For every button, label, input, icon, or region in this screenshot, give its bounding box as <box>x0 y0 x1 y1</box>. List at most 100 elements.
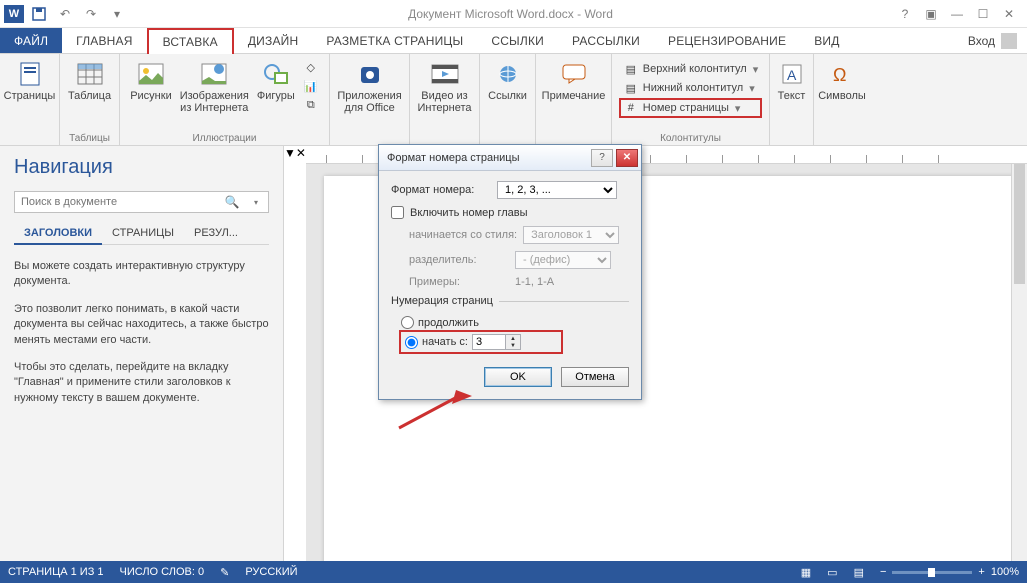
smartart-button[interactable]: ◇ <box>299 58 323 76</box>
ok-button[interactable]: OK <box>484 367 552 387</box>
zoom-thumb[interactable] <box>928 568 935 577</box>
page-number-icon: # <box>623 100 639 116</box>
nav-tab-results[interactable]: РЕЗУЛ... <box>184 223 248 244</box>
ribbon-tabs: ФАЙЛ ГЛАВНАЯ ВСТАВКА ДИЗАЙН РАЗМЕТКА СТР… <box>0 28 1027 54</box>
maximize-button[interactable]: ☐ <box>971 4 995 24</box>
search-box: 🔍 ▾ <box>14 191 269 213</box>
footer-button[interactable]: ▤Нижний колонтитул▾ <box>619 79 762 97</box>
dialog-close-button[interactable]: ✕ <box>616 149 638 167</box>
video-button[interactable]: Видео из Интернета <box>414 56 476 116</box>
chart-button[interactable]: 📊 <box>299 77 323 95</box>
ribbon-display-button[interactable]: ▣ <box>919 4 943 24</box>
table-icon <box>76 60 104 88</box>
header-button[interactable]: ▤Верхний колонтитул▾ <box>619 60 762 78</box>
pictures-icon <box>137 60 165 88</box>
tab-references[interactable]: ССЫЛКИ <box>477 28 558 53</box>
start-at-input[interactable] <box>473 335 505 349</box>
tab-insert[interactable]: ВСТАВКА <box>147 28 234 54</box>
tab-layout[interactable]: РАЗМЕТКА СТРАНИЦЫ <box>312 28 477 53</box>
redo-button[interactable]: ↷ <box>80 3 102 25</box>
start-at-spinner: ▲▼ <box>472 334 521 350</box>
dialog-titlebar[interactable]: Формат номера страницы ? ✕ <box>379 145 641 171</box>
page-number-button[interactable]: #Номер страницы▾ <box>619 98 762 118</box>
tab-design[interactable]: ДИЗАЙН <box>234 28 313 53</box>
save-button[interactable] <box>28 3 50 25</box>
navigation-pane: Навигация 🔍 ▾ ЗАГОЛОВКИ СТРАНИЦЫ РЕЗУЛ..… <box>0 146 284 561</box>
apps-button[interactable]: Приложения для Office <box>333 56 405 116</box>
nav-tabs: ЗАГОЛОВКИ СТРАНИЦЫ РЕЗУЛ... <box>14 223 269 245</box>
comment-button[interactable]: Примечание <box>538 56 610 104</box>
shapes-button[interactable]: Фигуры <box>253 56 299 116</box>
spin-down[interactable]: ▼ <box>506 342 520 349</box>
illustrations-more: ◇ 📊 ⧉ <box>299 56 323 116</box>
shapes-icon <box>262 60 290 88</box>
tab-mailings[interactable]: РАССЫЛКИ <box>558 28 654 53</box>
view-read-mode[interactable]: ▭ <box>827 566 837 579</box>
cancel-button[interactable]: Отмена <box>561 367 629 387</box>
undo-button[interactable]: ↶ <box>54 3 76 25</box>
status-proofing[interactable]: ✎ <box>220 566 229 579</box>
zoom-level[interactable]: 100% <box>991 566 1019 578</box>
text-button[interactable]: A Текст <box>770 56 814 104</box>
footer-icon: ▤ <box>623 80 639 96</box>
pictures-button[interactable]: Рисунки <box>126 56 176 116</box>
search-dropdown[interactable]: ▾ <box>244 198 268 207</box>
help-button[interactable]: ? <box>893 4 917 24</box>
zoom-in[interactable]: + <box>978 566 984 578</box>
tab-file[interactable]: ФАЙЛ <box>0 28 62 53</box>
symbols-button[interactable]: Ω Символы <box>814 56 870 104</box>
nav-tab-headings[interactable]: ЗАГОЛОВКИ <box>14 223 102 245</box>
ribbon: Страницы Таблица Таблицы Рисунки Изображ… <box>0 54 1027 146</box>
nav-body: Вы можете создать интерактивную структур… <box>14 259 269 418</box>
pane-close[interactable]: ✕ <box>296 146 306 561</box>
view-print-layout[interactable]: ▦ <box>801 566 811 579</box>
search-input[interactable] <box>15 192 220 212</box>
text-icon: A <box>778 60 806 88</box>
include-chapter-label: Включить номер главы <box>410 207 528 219</box>
dialog-help-button[interactable]: ? <box>591 149 613 167</box>
scrollbar-thumb[interactable] <box>1014 164 1025 284</box>
pane-options[interactable]: ▼ <box>284 146 296 561</box>
avatar[interactable] <box>1001 33 1017 49</box>
start-at-radio[interactable] <box>405 336 418 349</box>
qat-customize[interactable]: ▾ <box>106 3 128 25</box>
nav-title: Навигация <box>14 156 269 179</box>
format-select[interactable]: 1, 2, 3, ... <box>497 181 617 199</box>
vertical-scrollbar[interactable] <box>1011 164 1027 561</box>
tab-view[interactable]: ВИД <box>800 28 853 53</box>
separator-select: - (дефис) <box>515 251 611 269</box>
include-chapter-checkbox[interactable] <box>391 206 404 219</box>
video-icon <box>431 60 459 88</box>
page-number-format-dialog: Формат номера страницы ? ✕ Формат номера… <box>378 144 642 400</box>
dialog-title: Формат номера страницы <box>387 152 591 164</box>
minimize-button[interactable]: — <box>945 4 969 24</box>
close-button[interactable]: ✕ <box>997 4 1021 24</box>
zoom-out[interactable]: − <box>880 566 886 578</box>
search-icon[interactable]: 🔍 <box>220 195 244 209</box>
svg-text:A: A <box>787 67 797 83</box>
status-language[interactable]: РУССКИЙ <box>245 566 297 578</box>
statusbar: СТРАНИЦА 1 ИЗ 1 ЧИСЛО СЛОВ: 0 ✎ РУССКИЙ … <box>0 561 1027 583</box>
header-icon: ▤ <box>623 61 639 77</box>
online-pictures-button[interactable]: Изображения из Интернета <box>176 56 253 116</box>
view-web-layout[interactable]: ▤ <box>854 566 864 579</box>
chapter-style-select: Заголовок 1 <box>523 226 619 244</box>
status-page[interactable]: СТРАНИЦА 1 ИЗ 1 <box>8 566 104 578</box>
zoom-slider[interactable] <box>892 571 972 574</box>
titlebar: W ↶ ↷ ▾ Документ Microsoft Word.docx - W… <box>0 0 1027 28</box>
login-label[interactable]: Вход <box>968 34 995 48</box>
numbering-legend: Нумерация страниц <box>391 295 499 307</box>
spin-up[interactable]: ▲ <box>506 335 520 342</box>
links-button[interactable]: Ссылки <box>484 56 531 104</box>
nav-tab-pages[interactable]: СТРАНИЦЫ <box>102 223 184 244</box>
pages-button[interactable]: Страницы <box>0 56 59 104</box>
tab-review[interactable]: РЕЦЕНЗИРОВАНИЕ <box>654 28 800 53</box>
table-button[interactable]: Таблица <box>64 56 115 104</box>
screenshot-button[interactable]: ⧉ <box>299 96 323 114</box>
status-words[interactable]: ЧИСЛО СЛОВ: 0 <box>120 566 205 578</box>
tab-home[interactable]: ГЛАВНАЯ <box>62 28 146 53</box>
app-icon: W <box>4 5 24 23</box>
svg-text:Ω: Ω <box>833 65 846 85</box>
pages-icon <box>16 60 44 88</box>
continue-radio[interactable] <box>401 316 414 329</box>
